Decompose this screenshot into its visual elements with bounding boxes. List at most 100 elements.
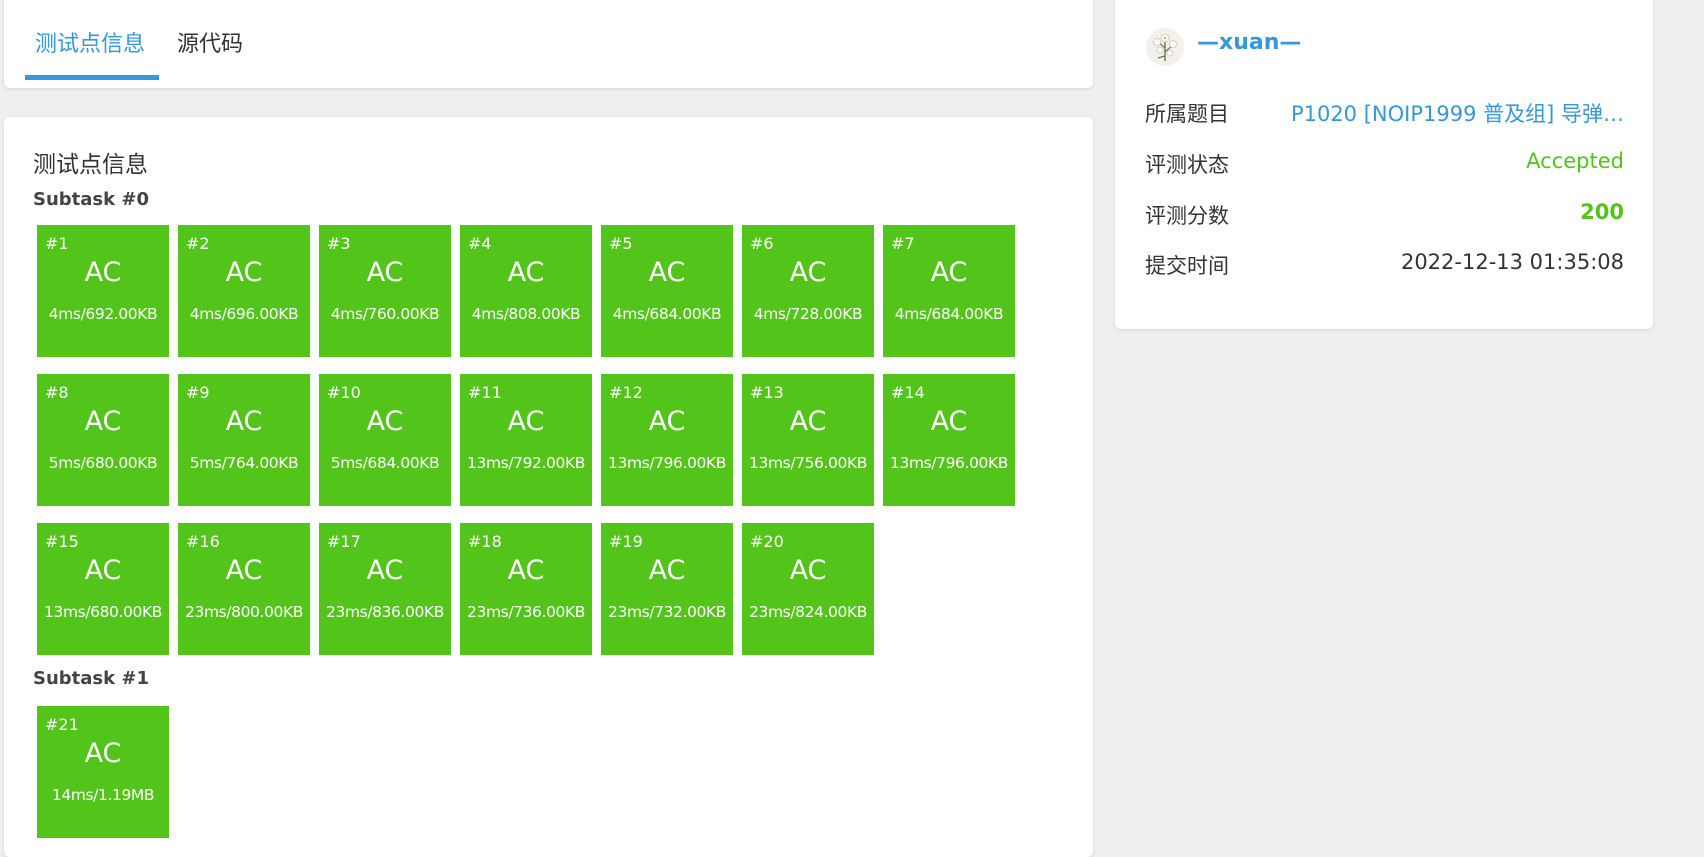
testcase-status: AC bbox=[648, 406, 686, 437]
testcase-status: AC bbox=[366, 406, 404, 437]
testcase-number: #2 bbox=[186, 234, 210, 253]
testcase-status: AC bbox=[507, 257, 545, 288]
testcase-time-memory: 4ms/808.00KB bbox=[471, 305, 581, 323]
testcase-time-memory: 23ms/736.00KB bbox=[467, 603, 585, 621]
submit-time-value: 2022-12-13 01:35:08 bbox=[1400, 250, 1624, 274]
testcase-number: #1 bbox=[45, 234, 69, 253]
testcase-time-memory: 4ms/692.00KB bbox=[48, 305, 158, 323]
testcase-tile[interactable]: #11 AC 13ms/792.00KB bbox=[460, 374, 592, 506]
testcase-status: AC bbox=[930, 406, 968, 437]
flower-avatar-icon bbox=[1146, 28, 1184, 66]
testcase-status: AC bbox=[648, 257, 686, 288]
testcase-status: AC bbox=[789, 406, 827, 437]
problem-link[interactable]: P1020 [NOIP1999 普及组] 导弹… bbox=[1291, 98, 1624, 128]
testcase-tile[interactable]: #2 AC 4ms/696.00KB bbox=[178, 225, 310, 357]
testcase-tile[interactable]: #16 AC 23ms/800.00KB bbox=[178, 523, 310, 655]
testcase-time-memory: 13ms/792.00KB bbox=[467, 454, 585, 472]
testcase-status: AC bbox=[648, 555, 686, 586]
testcase-number: #21 bbox=[45, 715, 79, 734]
testcase-time-memory: 23ms/836.00KB bbox=[326, 603, 444, 621]
testcase-status: AC bbox=[84, 555, 122, 586]
testcase-tile[interactable]: #10 AC 5ms/684.00KB bbox=[319, 374, 451, 506]
testcase-number: #10 bbox=[327, 383, 361, 402]
testcase-number: #9 bbox=[186, 383, 210, 402]
testcase-status: AC bbox=[507, 406, 545, 437]
testcase-number: #19 bbox=[609, 532, 643, 551]
testcase-number: #3 bbox=[327, 234, 351, 253]
testcase-number: #4 bbox=[468, 234, 492, 253]
submission-info-panel: —xuan— 所属题目 P1020 [NOIP1999 普及组] 导弹… 评测状… bbox=[1115, 0, 1653, 329]
testcase-tile[interactable]: #20 AC 23ms/824.00KB bbox=[742, 523, 874, 655]
testcase-tile[interactable]: #15 AC 13ms/680.00KB bbox=[37, 523, 169, 655]
active-tab-indicator bbox=[25, 75, 159, 80]
testcase-time-memory: 4ms/760.00KB bbox=[330, 305, 440, 323]
status-label: 评测状态 bbox=[1145, 153, 1229, 177]
testcase-status: AC bbox=[507, 555, 545, 586]
testcase-number: #7 bbox=[891, 234, 915, 253]
testcase-time-memory: 13ms/680.00KB bbox=[44, 603, 162, 621]
testcase-number: #5 bbox=[609, 234, 633, 253]
testcase-time-memory: 13ms/796.00KB bbox=[608, 454, 726, 472]
submit-time-label: 提交时间 bbox=[1145, 254, 1229, 278]
testcase-panel: 测试点信息 Subtask #0 #1 AC 4ms/692.00KB #2 AC 4ms… bbox=[4, 117, 1093, 857]
testcase-status: AC bbox=[225, 257, 263, 288]
testcase-number: #16 bbox=[186, 532, 220, 551]
testcase-time-memory: 4ms/728.00KB bbox=[753, 305, 863, 323]
testcase-status: AC bbox=[84, 257, 122, 288]
testcase-number: #6 bbox=[750, 234, 774, 253]
testcase-number: #18 bbox=[468, 532, 502, 551]
panel-title: 测试点信息 bbox=[33, 152, 148, 178]
avatar[interactable] bbox=[1146, 28, 1184, 66]
score-value: 200 bbox=[1580, 200, 1624, 224]
testcase-time-memory: 5ms/764.00KB bbox=[189, 454, 299, 472]
testcase-status: AC bbox=[789, 257, 827, 288]
testcase-status: AC bbox=[84, 406, 122, 437]
testcase-tile[interactable]: #19 AC 23ms/732.00KB bbox=[601, 523, 733, 655]
testcase-number: #8 bbox=[45, 383, 69, 402]
testcase-status: AC bbox=[366, 257, 404, 288]
testcase-status: AC bbox=[225, 555, 263, 586]
testcase-time-memory: 4ms/684.00KB bbox=[894, 305, 1004, 323]
username-link[interactable]: —xuan— bbox=[1197, 30, 1301, 55]
testcase-status: AC bbox=[789, 555, 827, 586]
testcase-time-memory: 23ms/824.00KB bbox=[749, 603, 867, 621]
testcase-number: #15 bbox=[45, 532, 79, 551]
testcase-tile[interactable]: #5 AC 4ms/684.00KB bbox=[601, 225, 733, 357]
testcase-number: #20 bbox=[750, 532, 784, 551]
testcase-time-memory: 13ms/796.00KB bbox=[890, 454, 1008, 472]
testcase-time-memory: 5ms/684.00KB bbox=[330, 454, 440, 472]
status-value: Accepted bbox=[1526, 149, 1624, 173]
testcase-time-memory: 23ms/732.00KB bbox=[608, 603, 726, 621]
testcase-tile[interactable]: #12 AC 13ms/796.00KB bbox=[601, 374, 733, 506]
testcase-tile[interactable]: #6 AC 4ms/728.00KB bbox=[742, 225, 874, 357]
testcase-number: #17 bbox=[327, 532, 361, 551]
testcase-time-memory: 5ms/680.00KB bbox=[48, 454, 158, 472]
testcase-status: AC bbox=[366, 555, 404, 586]
tab-source-code[interactable]: 源代码 bbox=[177, 12, 243, 78]
score-label: 评测分数 bbox=[1145, 204, 1229, 228]
testcase-tile[interactable]: #18 AC 23ms/736.00KB bbox=[460, 523, 592, 655]
subtask-1-title: Subtask #1 bbox=[33, 668, 149, 689]
testcase-time-memory: 4ms/684.00KB bbox=[612, 305, 722, 323]
testcase-tile[interactable]: #17 AC 23ms/836.00KB bbox=[319, 523, 451, 655]
testcase-tile[interactable]: #9 AC 5ms/764.00KB bbox=[178, 374, 310, 506]
testcase-time-memory: 4ms/696.00KB bbox=[189, 305, 299, 323]
testcase-tile[interactable]: #8 AC 5ms/680.00KB bbox=[37, 374, 169, 506]
testcase-tile[interactable]: #1 AC 4ms/692.00KB bbox=[37, 225, 169, 357]
testcase-tile[interactable]: #7 AC 4ms/684.00KB bbox=[883, 225, 1015, 357]
testcase-tile[interactable]: #13 AC 13ms/756.00KB bbox=[742, 374, 874, 506]
testcase-number: #13 bbox=[750, 383, 784, 402]
tab-testcases[interactable]: 测试点信息 bbox=[35, 12, 145, 78]
testcase-tile[interactable]: #4 AC 4ms/808.00KB bbox=[460, 225, 592, 357]
testcase-number: #14 bbox=[891, 383, 925, 402]
tab-bar: 测试点信息 源代码 bbox=[4, 0, 1093, 88]
problem-label: 所属题目 bbox=[1145, 102, 1229, 126]
subtask-0-title: Subtask #0 bbox=[33, 189, 149, 210]
testcase-tile[interactable]: #21 AC 14ms/1.19MB bbox=[37, 706, 169, 838]
testcase-time-memory: 23ms/800.00KB bbox=[185, 603, 303, 621]
testcase-number: #12 bbox=[609, 383, 643, 402]
testcase-status: AC bbox=[225, 406, 263, 437]
testcase-tile[interactable]: #3 AC 4ms/760.00KB bbox=[319, 225, 451, 357]
testcase-tile[interactable]: #14 AC 13ms/796.00KB bbox=[883, 374, 1015, 506]
testcase-time-memory: 13ms/756.00KB bbox=[749, 454, 867, 472]
